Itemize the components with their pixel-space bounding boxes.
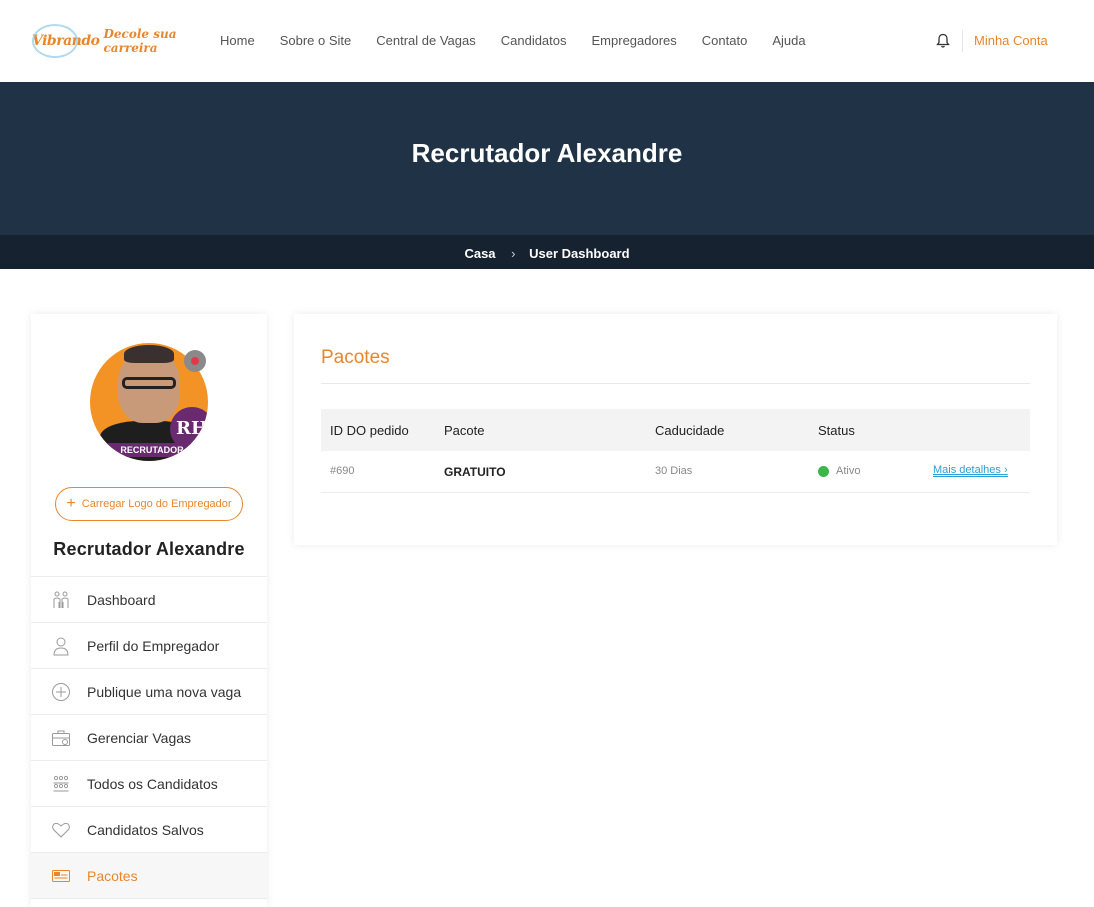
dashboard-icon <box>53 591 69 608</box>
employer-name: Recrutador Alexandre <box>53 539 245 559</box>
sidebar-item-profile[interactable]: Perfil do Empregador <box>31 623 267 669</box>
sidebar-item-packages[interactable]: Pacotes <box>31 853 267 899</box>
nav-employers[interactable]: Empregadores <box>592 33 677 48</box>
plus-circle-icon <box>52 682 70 701</box>
chevron-right-icon: › <box>1003 464 1008 476</box>
nav-contact[interactable]: Contato <box>702 33 748 48</box>
remove-avatar-icon[interactable] <box>184 350 206 372</box>
my-account-link[interactable]: Minha Conta <box>974 33 1048 48</box>
sidebar-item-label: Candidatos Salvos <box>87 821 204 838</box>
sidebar-menu: Dashboard Perfil do Empregador Publique … <box>31 576 267 899</box>
nav-candidates[interactable]: Candidatos <box>501 33 567 48</box>
divider <box>321 383 1030 384</box>
sidebar-item-label: Gerenciar Vagas <box>87 729 192 746</box>
dashboard-sidebar: RH RECRUTADOR + Carregar Logo do Emprega… <box>31 314 267 907</box>
table-header: ID DO pedido Pacote Caducidade Status <box>321 409 1030 451</box>
order-id: #690 <box>330 465 355 477</box>
sidebar-item-post-job[interactable]: Publique uma nova vaga <box>31 669 267 715</box>
logo-swoosh <box>32 24 78 58</box>
nav-help[interactable]: Ajuda <box>772 33 805 48</box>
user-icon <box>53 637 69 655</box>
package-icon <box>52 869 70 882</box>
divider <box>962 30 963 52</box>
page-hero: Recrutador Alexandre <box>0 82 1094 235</box>
sidebar-item-all-candidates[interactable]: Todos os Candidatos <box>31 761 267 807</box>
page-title: Recrutador Alexandre <box>411 138 683 168</box>
sidebar-item-label: Pacotes <box>87 867 138 884</box>
breadcrumb-current: User Dashboard <box>529 246 630 261</box>
heart-icon <box>52 822 70 838</box>
column-expiry: Caducidade <box>655 423 725 438</box>
briefcase-icon <box>52 730 70 746</box>
sidebar-item-label: Perfil do Empregador <box>87 637 220 654</box>
site-logo[interactable]: Vibrando Decole sua carreira <box>32 22 192 60</box>
sidebar-item-label: Todos os Candidatos <box>87 775 218 792</box>
nav-home[interactable]: Home <box>220 33 255 48</box>
section-title: Pacotes <box>321 347 390 368</box>
column-order-id: ID DO pedido <box>330 423 409 438</box>
avatar-band: RECRUTADOR <box>104 443 200 457</box>
group-icon <box>53 775 69 791</box>
breadcrumb-home[interactable]: Casa <box>464 246 495 261</box>
main-nav: Home Sobre o Site Central de Vagas Candi… <box>220 33 831 48</box>
package-name: GRATUITO <box>444 465 506 479</box>
column-status: Status <box>818 423 855 438</box>
details-link[interactable]: Mais detalhes › <box>933 464 1008 477</box>
details-link-label: Mais detalhes <box>933 464 1001 476</box>
nav-jobs[interactable]: Central de Vagas <box>376 33 476 48</box>
bell-icon[interactable] <box>936 33 950 49</box>
status-badge: Ativo <box>836 465 861 477</box>
table-row: #690 GRATUITO 30 Dias Ativo Mais detalhe… <box>321 451 1030 493</box>
sidebar-item-dashboard[interactable]: Dashboard <box>31 577 267 623</box>
sidebar-item-label: Publique uma nova vaga <box>87 683 242 700</box>
nav-about[interactable]: Sobre o Site <box>280 33 352 48</box>
breadcrumb: Casa › User Dashboard <box>0 235 1094 269</box>
column-package: Pacote <box>444 423 485 438</box>
top-navbar: Vibrando Decole sua carreira Home Sobre … <box>0 0 1094 82</box>
status-dot-icon <box>818 466 829 477</box>
upload-logo-label: Carregar Logo do Empregador <box>81 498 232 510</box>
chevron-right-icon: › <box>511 246 516 261</box>
logo-tagline: Decole sua carreira <box>103 27 177 55</box>
sidebar-item-manage-jobs[interactable]: Gerenciar Vagas <box>31 715 267 761</box>
upload-logo-button[interactable]: + Carregar Logo do Empregador <box>55 487 243 521</box>
sidebar-item-label: Dashboard <box>87 591 156 608</box>
expiry-value: 30 Dias <box>655 465 693 477</box>
sidebar-item-saved-candidates[interactable]: Candidatos Salvos <box>31 807 267 853</box>
plus-icon: + <box>66 495 76 512</box>
packages-card: Pacotes ID DO pedido Pacote Caducidade S… <box>294 314 1057 545</box>
